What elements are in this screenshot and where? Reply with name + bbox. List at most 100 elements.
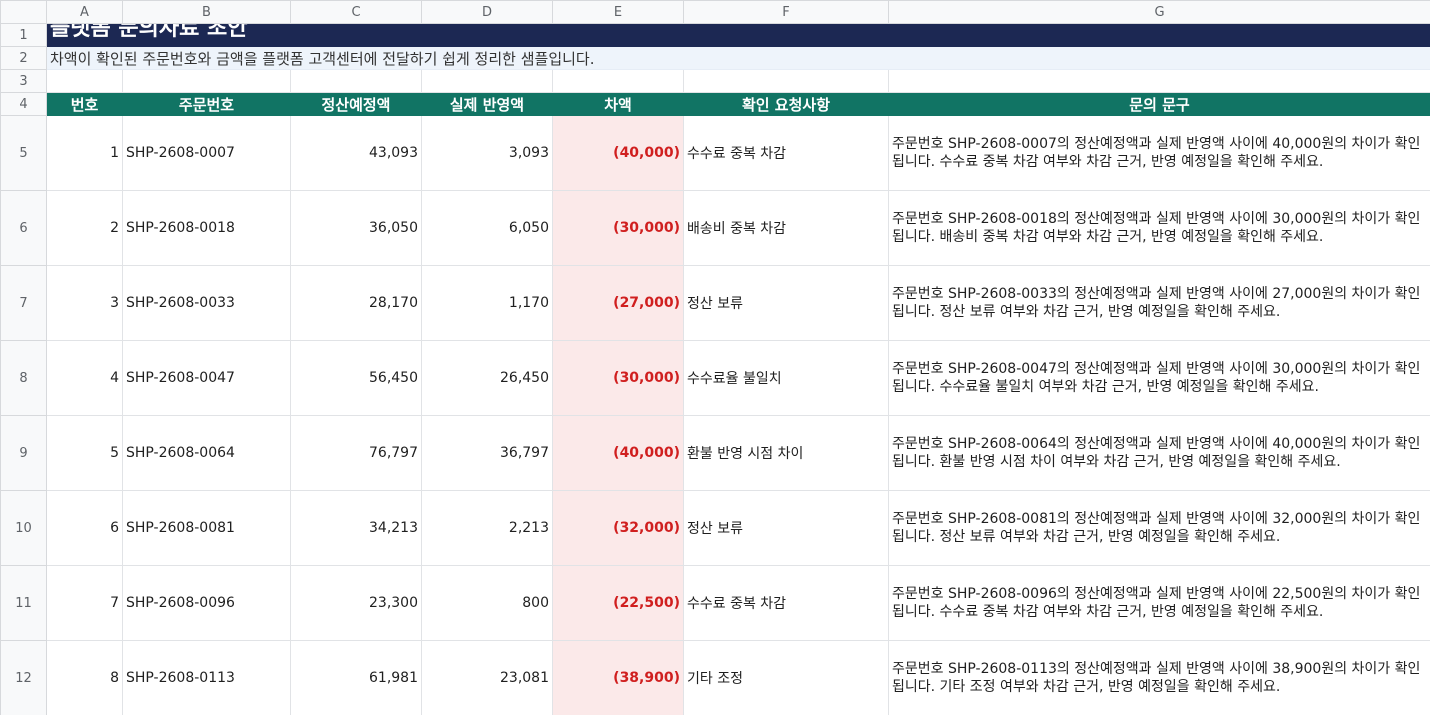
cell-difference[interactable]: (38,900): [552, 640, 684, 715]
cell-no[interactable]: 2: [46, 190, 123, 266]
header-no[interactable]: 번호: [46, 92, 123, 116]
cell-order-number[interactable]: SHP-2608-0081: [122, 490, 291, 566]
cell-expected-amount[interactable]: 43,093: [290, 115, 422, 191]
cell-difference[interactable]: (32,000): [552, 490, 684, 566]
cell-request[interactable]: 기타 조정: [683, 640, 889, 715]
table-header-row: 4 번호 주문번호 정산예정액 실제 반영액 차액 확인 요청사항 문의 문구: [0, 92, 1430, 116]
cell-actual-amount[interactable]: 26,450: [421, 340, 553, 416]
cell-no[interactable]: 3: [46, 265, 123, 341]
cell-request[interactable]: 배송비 중복 차감: [683, 190, 889, 266]
cell-expected-amount[interactable]: 61,981: [290, 640, 422, 715]
cell-difference[interactable]: (22,500): [552, 565, 684, 641]
cell-expected-amount[interactable]: 28,170: [290, 265, 422, 341]
cell[interactable]: [683, 69, 889, 93]
message-text: 주문번호 SHP-2608-0064의 정산예정액과 실제 반영액 사이에 40…: [892, 436, 1421, 470]
row-header-5[interactable]: 5: [0, 115, 47, 191]
cell-difference[interactable]: (30,000): [552, 190, 684, 266]
cell-difference[interactable]: (30,000): [552, 340, 684, 416]
cell[interactable]: [888, 69, 1430, 93]
cell-message[interactable]: 주문번호 SHP-2608-0064의 정산예정액과 실제 반영액 사이에 40…: [888, 415, 1430, 491]
row-header-2[interactable]: 2: [0, 46, 47, 70]
row-header-7[interactable]: 7: [0, 265, 47, 341]
header-actual-amount[interactable]: 실제 반영액: [421, 92, 553, 116]
message-text: 주문번호 SHP-2608-0018의 정산예정액과 실제 반영액 사이에 30…: [892, 211, 1421, 245]
cell-no[interactable]: 4: [46, 340, 123, 416]
cell-actual-amount[interactable]: 1,170: [421, 265, 553, 341]
cell-message[interactable]: 주문번호 SHP-2608-0007의 정산예정액과 실제 반영액 사이에 40…: [888, 115, 1430, 191]
cell[interactable]: [421, 69, 553, 93]
cell-actual-amount[interactable]: 800: [421, 565, 553, 641]
header-message[interactable]: 문의 문구: [888, 92, 1430, 116]
cell-expected-amount[interactable]: 36,050: [290, 190, 422, 266]
cell-difference[interactable]: (40,000): [552, 115, 684, 191]
column-header-e[interactable]: E: [552, 0, 684, 24]
cell[interactable]: [290, 69, 422, 93]
cell-message[interactable]: 주문번호 SHP-2608-0047의 정산예정액과 실제 반영액 사이에 30…: [888, 340, 1430, 416]
row-header-3[interactable]: 3: [0, 69, 47, 93]
column-header-a[interactable]: A: [46, 0, 123, 24]
message-text: 주문번호 SHP-2608-0007의 정산예정액과 실제 반영액 사이에 40…: [892, 136, 1421, 170]
header-difference[interactable]: 차액: [552, 92, 684, 116]
row-header-11[interactable]: 11: [0, 565, 47, 641]
cell-actual-amount[interactable]: 23,081: [421, 640, 553, 715]
cell[interactable]: [552, 69, 684, 93]
cell-request[interactable]: 정산 보류: [683, 265, 889, 341]
cell-actual-amount[interactable]: 3,093: [421, 115, 553, 191]
column-header-c[interactable]: C: [290, 0, 422, 24]
row-header-6[interactable]: 6: [0, 190, 47, 266]
cell-actual-amount[interactable]: 2,213: [421, 490, 553, 566]
cell-order-number[interactable]: SHP-2608-0007: [122, 115, 291, 191]
cell-no[interactable]: 1: [46, 115, 123, 191]
cell-message[interactable]: 주문번호 SHP-2608-0081의 정산예정액과 실제 반영액 사이에 32…: [888, 490, 1430, 566]
cell-request[interactable]: 수수료 중복 차감: [683, 565, 889, 641]
row-header-4[interactable]: 4: [0, 92, 47, 116]
cell-message[interactable]: 주문번호 SHP-2608-0096의 정산예정액과 실제 반영액 사이에 22…: [888, 565, 1430, 641]
row-header-9[interactable]: 9: [0, 415, 47, 491]
cell-expected-amount[interactable]: 34,213: [290, 490, 422, 566]
cell-expected-amount[interactable]: 23,300: [290, 565, 422, 641]
title-cell[interactable]: 플랫폼 문의자료 초안: [46, 23, 1430, 47]
cell-message[interactable]: 주문번호 SHP-2608-0113의 정산예정액과 실제 반영액 사이에 38…: [888, 640, 1430, 715]
cell-no[interactable]: 5: [46, 415, 123, 491]
cell-no[interactable]: 7: [46, 565, 123, 641]
cell-order-number[interactable]: SHP-2608-0113: [122, 640, 291, 715]
column-header-g[interactable]: G: [888, 0, 1430, 24]
column-header-f[interactable]: F: [683, 0, 889, 24]
row-header-8[interactable]: 8: [0, 340, 47, 416]
table-row: 9 5 SHP-2608-0064 76,797 36,797 (40,000)…: [0, 415, 1430, 491]
cell-order-number[interactable]: SHP-2608-0064: [122, 415, 291, 491]
cell-order-number[interactable]: SHP-2608-0018: [122, 190, 291, 266]
cell-message[interactable]: 주문번호 SHP-2608-0033의 정산예정액과 실제 반영액 사이에 27…: [888, 265, 1430, 341]
cell[interactable]: [122, 69, 291, 93]
cell-request[interactable]: 환불 반영 시점 차이: [683, 415, 889, 491]
column-header-d[interactable]: D: [421, 0, 553, 24]
row-header-1[interactable]: 1: [0, 23, 47, 47]
cell-actual-amount[interactable]: 6,050: [421, 190, 553, 266]
cell-order-number[interactable]: SHP-2608-0047: [122, 340, 291, 416]
select-all-corner[interactable]: [0, 0, 47, 24]
sheet-grid: A B C D E F G 1 플랫폼 문의자료 초안 2 차액이 확인된 주문…: [0, 0, 1430, 715]
cell-request[interactable]: 정산 보류: [683, 490, 889, 566]
row-header-12[interactable]: 12: [0, 640, 47, 715]
cell-request[interactable]: 수수료 중복 차감: [683, 115, 889, 191]
cell-message[interactable]: 주문번호 SHP-2608-0018의 정산예정액과 실제 반영액 사이에 30…: [888, 190, 1430, 266]
column-header-b[interactable]: B: [122, 0, 291, 24]
cell-expected-amount[interactable]: 76,797: [290, 415, 422, 491]
cell-request[interactable]: 수수료율 불일치: [683, 340, 889, 416]
cell-expected-amount[interactable]: 56,450: [290, 340, 422, 416]
header-order-number[interactable]: 주문번호: [122, 92, 291, 116]
cell-order-number[interactable]: SHP-2608-0033: [122, 265, 291, 341]
subtitle-cell[interactable]: 차액이 확인된 주문번호와 금액을 플랫폼 고객센터에 전달하기 쉽게 정리한 …: [46, 46, 1430, 70]
header-request[interactable]: 확인 요청사항: [683, 92, 889, 116]
cell-no[interactable]: 8: [46, 640, 123, 715]
message-text: 주문번호 SHP-2608-0096의 정산예정액과 실제 반영액 사이에 22…: [892, 586, 1421, 620]
message-text: 주문번호 SHP-2608-0047의 정산예정액과 실제 반영액 사이에 30…: [892, 361, 1421, 395]
cell-difference[interactable]: (27,000): [552, 265, 684, 341]
cell-actual-amount[interactable]: 36,797: [421, 415, 553, 491]
header-expected-amount[interactable]: 정산예정액: [290, 92, 422, 116]
cell-order-number[interactable]: SHP-2608-0096: [122, 565, 291, 641]
cell[interactable]: [46, 69, 123, 93]
cell-difference[interactable]: (40,000): [552, 415, 684, 491]
row-header-10[interactable]: 10: [0, 490, 47, 566]
cell-no[interactable]: 6: [46, 490, 123, 566]
